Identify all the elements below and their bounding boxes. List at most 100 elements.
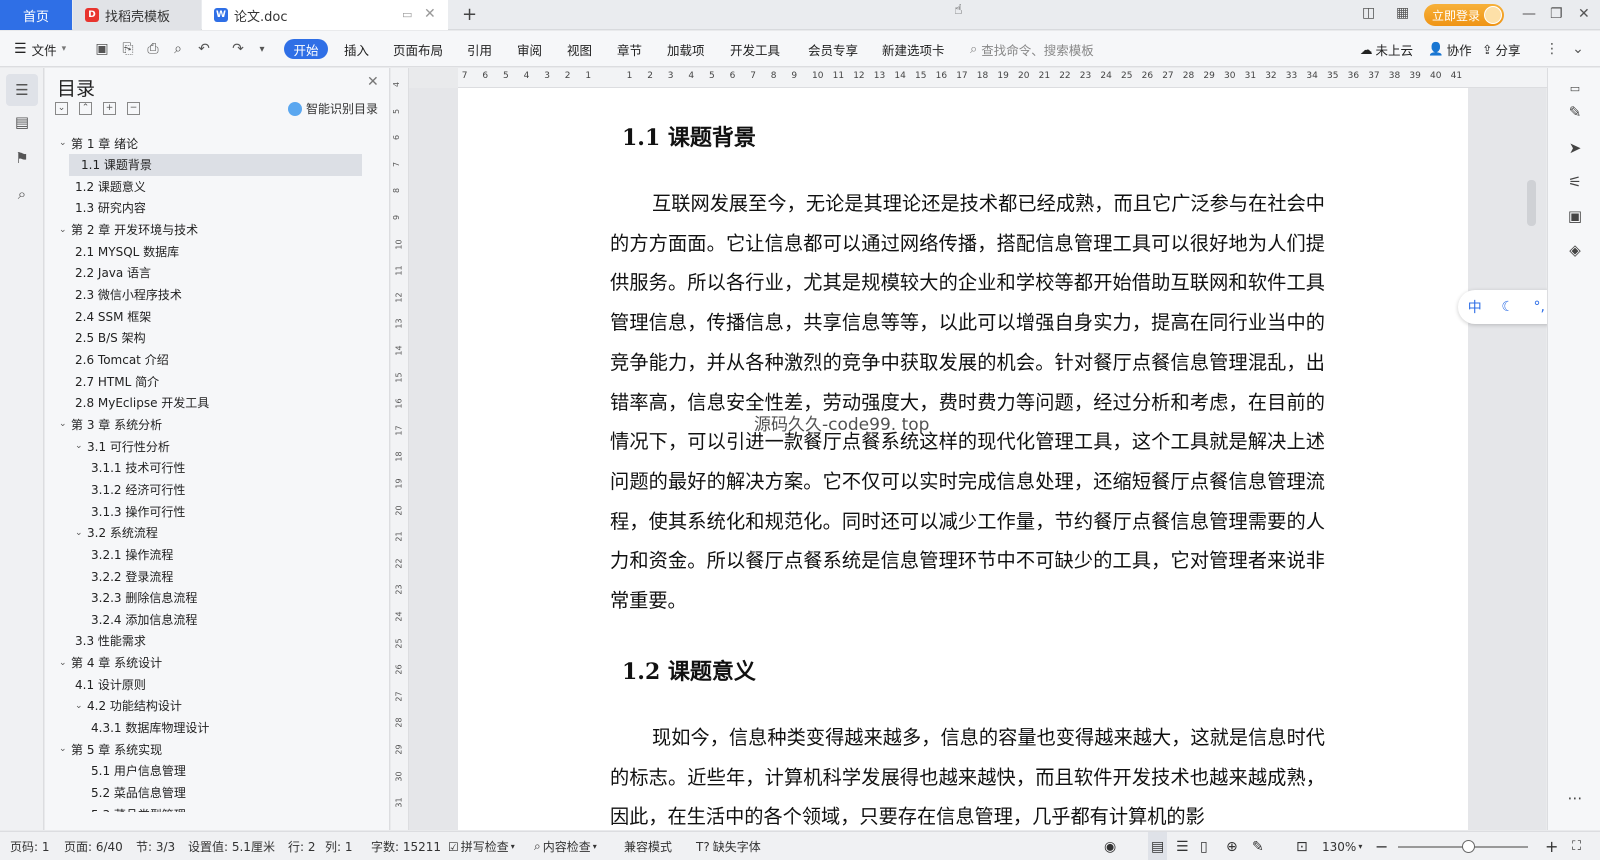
tab-page-layout[interactable]: 页面布局 (393, 31, 443, 67)
chevron-down-icon[interactable]: ⌄ (59, 744, 71, 754)
select-cursor-icon[interactable]: ➤ (1565, 138, 1585, 158)
adjust-icon[interactable]: ⚟ (1565, 172, 1585, 192)
apps-grid-icon[interactable]: ▦ (1396, 5, 1409, 21)
save-icon[interactable]: ▣ (94, 41, 110, 57)
punctuation-icon[interactable]: °, (1533, 299, 1544, 315)
quick-access-dropdown-icon[interactable]: ▾ (254, 41, 270, 57)
toc-item[interactable]: 3.3 性能需求 (45, 630, 362, 652)
toc-item[interactable]: ⌄ 第 4 章 系统设计 (45, 652, 362, 674)
location-icon[interactable]: ◈ (1565, 240, 1585, 260)
share-button[interactable]: ⇪ 分享 (1482, 31, 1521, 67)
tab-chapter[interactable]: 章节 (617, 31, 642, 67)
status-words[interactable]: 字数: 15211 (371, 832, 441, 860)
status-col[interactable]: 列: 1 (325, 832, 353, 860)
chevron-down-icon[interactable]: ⌄ (59, 225, 71, 235)
expand-all-icon[interactable]: ⌃ (79, 102, 92, 115)
status-setting[interactable]: 设置值: 5.1厘米 (188, 832, 275, 860)
bookmark-icon[interactable]: ⚑ (12, 148, 32, 168)
chevron-down-icon[interactable]: ⌄ (59, 658, 71, 668)
toc-item[interactable]: 2.6 Tomcat 介绍 (45, 349, 362, 371)
restore-icon[interactable]: ❐ (1550, 6, 1563, 22)
nav-pane-icon[interactable]: ▤ (12, 112, 32, 132)
toc-item[interactable]: ⌄ 4.2 功能结构设计 (45, 695, 362, 717)
toc-item[interactable]: 2.2 Java 语言 (45, 262, 362, 284)
layout-toggle-icon[interactable]: ◫ (1362, 5, 1375, 21)
tab-new[interactable]: 新建选项卡 (882, 31, 945, 67)
chevron-down-icon[interactable]: ⌄ (75, 701, 87, 711)
toc-panel-icon[interactable]: ☰ (6, 74, 38, 106)
toc-item[interactable]: 2.4 SSM 框架 (45, 305, 362, 327)
chevron-down-icon[interactable]: ⌄ (75, 441, 87, 451)
zoom-in-icon[interactable]: + (1545, 832, 1558, 860)
toc-item[interactable]: 4.3.1 数据库物理设计 (45, 717, 362, 739)
toc-item[interactable]: 1.2 课题意义 (45, 175, 362, 197)
document-scrollbar[interactable] (1527, 180, 1536, 226)
toc-item[interactable]: ⌄ 第 3 章 系统分析 (45, 413, 362, 435)
tab-addins[interactable]: 加载项 (667, 31, 705, 67)
write-mode-icon[interactable]: ✎ (1252, 832, 1264, 860)
export-pdf-icon[interactable]: ⎘ (120, 41, 136, 57)
tab-review[interactable]: 审阅 (517, 31, 542, 67)
tab-home[interactable]: 首页 (0, 0, 72, 30)
command-search[interactable]: ⌕ 查找命令、搜索模板 (970, 31, 1094, 67)
redo-icon[interactable]: ↷ (230, 41, 246, 57)
status-page-no[interactable]: 页码: 1 (10, 832, 50, 860)
more-icon[interactable]: ⋯ (1565, 788, 1585, 808)
toc-item[interactable]: 2.5 B/S 架构 (45, 327, 362, 349)
remove-item-icon[interactable]: − (127, 102, 140, 115)
undo-icon[interactable]: ↶ (196, 41, 212, 57)
minimize-icon[interactable]: — (1522, 6, 1536, 22)
tab-developer[interactable]: 开发工具 (730, 31, 780, 67)
toc-item[interactable]: 3.2.1 操作流程 (45, 543, 362, 565)
fullscreen-icon[interactable]: ⛶ (1572, 832, 1581, 860)
cloud-status[interactable]: ☁ 未上云 (1360, 31, 1413, 67)
print-icon[interactable]: ⎙ (145, 41, 161, 57)
page-view-icon[interactable]: ▤ (1148, 832, 1168, 860)
status-pages[interactable]: 页面: 6/40 (64, 832, 123, 860)
toc-item[interactable]: 5.2 菜品信息管理 (45, 782, 362, 804)
fit-page-icon[interactable]: ⊡ (1296, 832, 1308, 860)
reading-view-icon[interactable]: ▯ (1200, 832, 1208, 860)
toc-item[interactable]: 2.7 HTML 简介 (45, 370, 362, 392)
float-window-icon[interactable]: ▭ (402, 8, 412, 21)
status-row[interactable]: 行: 2 (288, 832, 316, 860)
new-tab-button[interactable]: + (462, 4, 477, 25)
pen-icon[interactable]: ✎ (1565, 102, 1585, 122)
spell-check-button[interactable]: ☑ 拼写检查 ▾ (448, 832, 515, 860)
toc-item[interactable]: 4.1 设计原则 (45, 673, 362, 695)
ime-lang-label[interactable]: 中 (1468, 297, 1482, 317)
moon-icon[interactable]: ☾ (1501, 299, 1514, 315)
toc-item[interactable]: 5.3 菜品类型管理 (45, 803, 362, 812)
chevron-down-icon[interactable]: ⌄ (59, 419, 71, 429)
content-check-button[interactable]: ⌕ 内容检查 ▾ (534, 832, 597, 860)
tab-docer-templates[interactable]: D 找稻壳模板 (73, 0, 201, 30)
chevron-down-icon[interactable]: ⌄ (59, 138, 71, 148)
toc-item[interactable]: 3.1.3 操作可行性 (45, 500, 362, 522)
tab-start[interactable]: 开始 (284, 39, 328, 59)
close-icon[interactable]: ✕ (367, 74, 379, 90)
search-icon[interactable]: ⌕ (12, 184, 32, 204)
tab-member[interactable]: 会员专享 (808, 31, 858, 67)
close-tab-icon[interactable]: ✕ (424, 6, 436, 22)
missing-font-button[interactable]: T? 缺失字体 (696, 832, 761, 860)
tab-view[interactable]: 视图 (567, 31, 592, 67)
zoom-level[interactable]: 130% ▾ (1322, 832, 1362, 860)
compat-mode[interactable]: 兼容模式 (624, 832, 672, 860)
toc-item[interactable]: 2.8 MyEclipse 开发工具 (45, 392, 362, 414)
toc-item[interactable]: 1.1 课题背景 (69, 153, 362, 176)
print-preview-icon[interactable]: ⌕ (170, 41, 186, 57)
chevron-down-icon[interactable]: ⌄ (75, 528, 87, 538)
toc-item[interactable]: 3.1.1 技术可行性 (45, 457, 362, 479)
toc-item[interactable]: 1.3 研究内容 (45, 197, 362, 219)
tab-insert[interactable]: 插入 (344, 31, 369, 67)
status-section[interactable]: 节: 3/3 (136, 832, 175, 860)
toc-item[interactable]: 3.2.2 登录流程 (45, 565, 362, 587)
toc-item[interactable]: ⌄ 3.1 可行性分析 (45, 435, 362, 457)
login-button[interactable]: 立即登录 (1424, 4, 1504, 26)
collaborate-button[interactable]: 👤 协作 (1428, 31, 1472, 67)
collapse-all-icon[interactable]: ⌄ (55, 102, 68, 115)
toc-item[interactable]: ⌄ 第 2 章 开发环境与技术 (45, 219, 362, 241)
toc-item[interactable]: 2.1 MYSQL 数据库 (45, 240, 362, 262)
toc-item[interactable]: ⌄ 第 5 章 系统实现 (45, 738, 362, 760)
close-window-icon[interactable]: ✕ (1578, 6, 1590, 22)
